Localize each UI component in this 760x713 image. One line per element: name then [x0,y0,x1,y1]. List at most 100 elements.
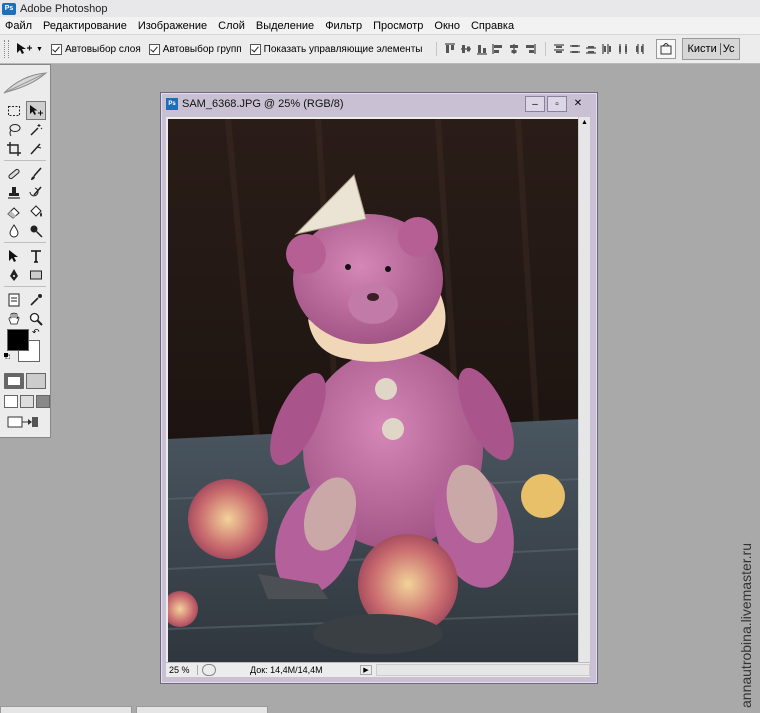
menu-select[interactable]: Выделение [251,20,320,32]
canvas-area[interactable]: ▲ [166,117,590,664]
eyedropper-icon[interactable] [26,290,46,309]
lasso-tool-icon[interactable] [4,120,24,139]
tool-preset-picker[interactable]: ▼ [15,42,43,56]
align-hcenter-icon[interactable] [507,42,521,56]
auto-select-layer-checkbox[interactable]: Автовыбор слоя [50,43,141,55]
quick-mask-mode-icon[interactable] [26,373,46,389]
hand-tool-icon[interactable] [4,309,24,328]
auto-select-groups-label: Автовыбор групп [162,43,242,55]
navigator-icon[interactable] [202,664,216,676]
menu-view[interactable]: Просмотр [368,20,429,32]
maximize-icon[interactable]: ▫ [547,96,567,112]
auto-select-layer-label: Автовыбор слоя [64,43,141,55]
menu-bar: Файл Редактирование Изображение Слой Выд… [0,17,760,35]
toolbox: ↶ [0,64,51,438]
distribute-left-icon[interactable] [600,42,614,56]
shape-tool-icon[interactable] [26,265,46,284]
quick-mask-controls [4,373,48,389]
type-tool-icon[interactable] [26,246,46,265]
align-top-icon[interactable] [443,42,457,56]
distribute-bottom-icon[interactable] [584,42,598,56]
document-titlebar[interactable]: Ps SAM_6368.JPG @ 25% (RGB/8) – ▫ ✕ [163,95,595,113]
distribute-hcenter-icon[interactable] [616,42,630,56]
notes-tool-icon[interactable] [4,290,24,309]
magic-wand-icon[interactable] [26,120,46,139]
distribute-right-icon[interactable] [632,42,646,56]
brushes-palette-tab[interactable]: Кисти Ус [682,38,740,60]
blur-tool-icon[interactable] [4,221,24,240]
swap-colors-icon[interactable]: ↶ [32,327,40,338]
close-icon[interactable]: ✕ [569,96,587,110]
show-controls-checkbox[interactable]: Показать управляющие элементы [249,43,423,55]
distribute-top-icon[interactable] [552,42,566,56]
menu-window[interactable]: Окно [429,20,466,32]
show-controls-label: Показать управляющие элементы [263,43,423,55]
menu-file[interactable]: Файл [0,20,38,32]
path-selection-icon[interactable] [4,246,24,265]
menu-layer[interactable]: Слой [213,20,251,32]
options-bar: ▼ Автовыбор слоя Автовыбор групп Показат… [0,35,760,64]
standard-mode-icon[interactable] [4,373,24,389]
horizontal-scrollbar[interactable] [376,664,590,676]
photoshop-icon: Ps [2,2,16,15]
default-colors-icon[interactable] [4,353,10,359]
menu-help[interactable]: Справка [466,20,520,32]
chevron-down-icon: ▼ [36,45,43,53]
menu-image[interactable]: Изображение [133,20,213,32]
document-ps-icon: Ps [166,98,178,110]
align-vcenter-icon[interactable] [459,42,473,56]
document-title: SAM_6368.JPG @ 25% (RGB/8) [182,98,344,110]
palette-well-icon[interactable] [656,39,677,59]
window-controls: – ▫ ✕ [523,96,587,112]
document-window: Ps SAM_6368.JPG @ 25% (RGB/8) – ▫ ✕ ▲ 25… [160,92,598,684]
slice-tool-icon[interactable] [26,139,46,158]
dodge-tool-icon[interactable] [26,221,46,240]
jump-to-imageready-icon[interactable] [6,415,40,429]
distribute-group [545,42,648,56]
feather-logo-icon[interactable] [2,71,48,97]
eraser-tool-icon[interactable] [4,202,24,221]
paint-bucket-icon[interactable] [26,202,46,221]
teddy-bear-photo[interactable] [168,119,578,664]
zoom-level[interactable]: 25 % [166,665,198,675]
vertical-scrollbar[interactable]: ▲ [578,117,590,662]
color-swatches: ↶ [4,327,46,367]
brushes-tab-label: Кисти [687,43,717,55]
minimize-icon[interactable]: – [525,96,545,112]
full-screen-mode-icon[interactable] [36,395,50,408]
app-title: Adobe Photoshop [20,2,108,15]
healing-brush-icon[interactable] [4,164,24,183]
screen-mode-controls [4,395,52,408]
foreground-color-swatch[interactable] [7,329,29,351]
tool-presets-tab-label: Ус [719,43,735,55]
scroll-up-icon[interactable]: ▲ [579,117,590,128]
move-tool-icon [17,43,32,54]
auto-select-groups-checkbox[interactable]: Автовыбор групп [148,43,242,55]
zoom-tool-icon[interactable] [26,309,46,328]
distribute-vcenter-icon[interactable] [568,42,582,56]
move-tool-icon[interactable] [26,101,46,120]
app-titlebar: Ps Adobe Photoshop [0,0,760,17]
document-statusbar: 25 % Док: 14,4M/14,4M ▶ [166,662,590,677]
marquee-tool-icon[interactable] [4,101,24,120]
options-grip[interactable] [4,40,9,58]
pen-tool-icon[interactable] [4,265,24,284]
clone-stamp-icon[interactable] [4,183,24,202]
checkbox-checked-icon [148,43,160,55]
menu-edit[interactable]: Редактирование [38,20,133,32]
watermark-text: annautrobina.livemaster.ru [738,543,754,708]
align-group [436,42,539,56]
checkbox-checked-icon [50,43,62,55]
standard-screen-mode-icon[interactable] [4,395,18,408]
status-menu-arrow-icon[interactable]: ▶ [360,665,372,675]
full-screen-menu-mode-icon[interactable] [20,395,34,408]
align-right-icon[interactable] [523,42,537,56]
align-left-icon[interactable] [491,42,505,56]
align-bottom-icon[interactable] [475,42,489,56]
history-brush-icon[interactable] [26,183,46,202]
brush-tool-icon[interactable] [26,164,46,183]
crop-tool-icon[interactable] [4,139,24,158]
checkbox-checked-icon [249,43,261,55]
document-size-info: Док: 14,4M/14,4M [250,665,323,675]
menu-filter[interactable]: Фильтр [320,20,368,32]
